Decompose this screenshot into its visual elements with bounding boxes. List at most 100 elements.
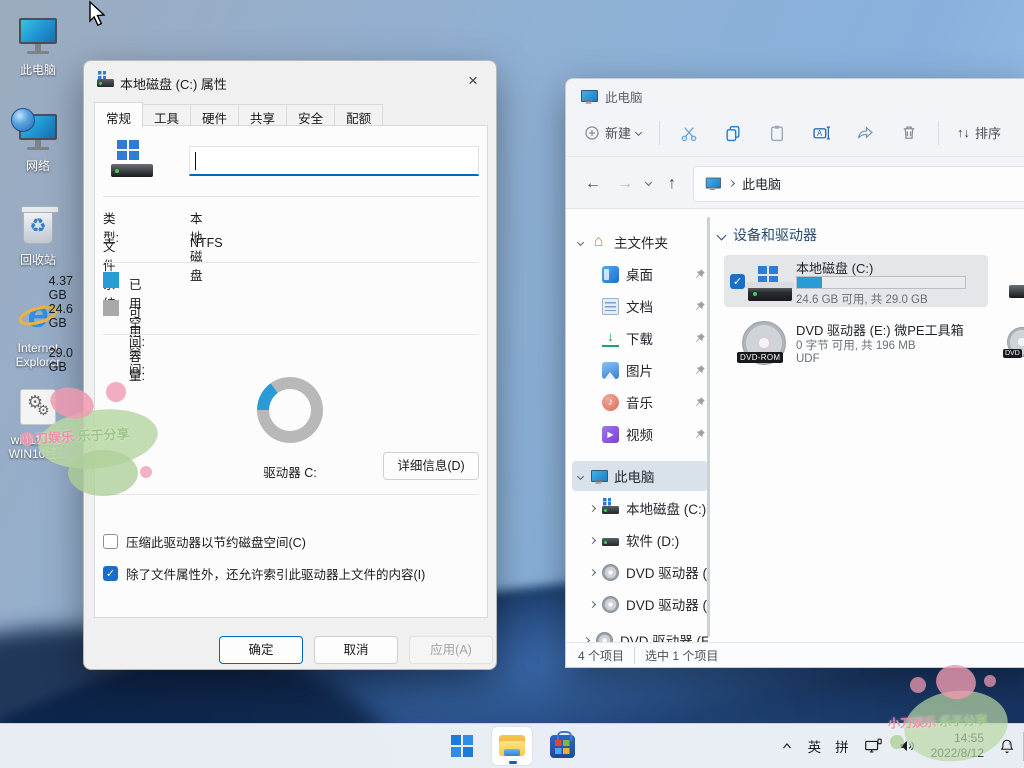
- desktop-icon-label: 网络: [2, 159, 74, 173]
- capacity-size: 29.0 GB: [49, 346, 73, 374]
- paste-button[interactable]: [758, 117, 796, 149]
- collapsed-chevron-icon[interactable]: [589, 600, 596, 607]
- selection-checkbox[interactable]: ✓: [730, 274, 745, 289]
- index-content-checkbox[interactable]: ✓ 除了文件属性外，还允许索引此驱动器上文件的内容(I): [103, 564, 425, 583]
- apply-button[interactable]: 应用(A): [409, 636, 493, 664]
- desktop-icon-win11-restore[interactable]: ⚙⚙ win11恢复 WIN10经...: [2, 386, 74, 461]
- tab-sharing[interactable]: 共享: [239, 104, 287, 126]
- start-button[interactable]: [442, 727, 482, 765]
- sidebar-item-desktop[interactable]: 桌面: [572, 259, 708, 289]
- recent-locations-chevron[interactable]: [645, 178, 652, 185]
- microsoft-store-button[interactable]: [542, 727, 582, 765]
- address-bar[interactable]: 此电脑: [693, 166, 1024, 202]
- share-button[interactable]: [846, 117, 884, 149]
- sidebar-item-dvd-e[interactable]: DVD 驱动器 (E: [572, 557, 708, 587]
- group-header-label: 设备和驱动器: [733, 225, 817, 245]
- sidebar-item-label: 软件 (D:): [626, 530, 708, 550]
- used-space-legend-swatch: [103, 272, 119, 288]
- file-explorer-taskbar-button[interactable]: [492, 727, 532, 765]
- desktop-icon-this-pc[interactable]: 此电脑: [2, 16, 74, 77]
- sidebar-item-label: DVD 驱动器 (E: [626, 562, 708, 582]
- tab-tools[interactable]: 工具: [143, 104, 191, 126]
- group-collapse-chevron-icon[interactable]: [717, 230, 727, 240]
- tab-general[interactable]: 常规: [94, 102, 143, 127]
- expanded-chevron-icon[interactable]: [577, 238, 584, 245]
- sidebar-item-documents[interactable]: 文档: [572, 291, 708, 321]
- checkbox[interactable]: [103, 534, 118, 549]
- sidebar-item-music[interactable]: ♪ 音乐: [572, 387, 708, 417]
- ime-mode-indicator[interactable]: 拼: [835, 736, 849, 756]
- pin-icon: [694, 300, 706, 312]
- desktop-icon-network[interactable]: 网络: [2, 112, 74, 173]
- sort-button[interactable]: ↑↓ 排序: [949, 117, 1009, 148]
- volume-icon[interactable]: [897, 736, 917, 756]
- sort-button-label: 排序: [975, 123, 1001, 142]
- explorer-titlebar[interactable]: 此电脑: [580, 87, 643, 105]
- group-header-devices[interactable]: 设备和驱动器: [718, 225, 817, 245]
- capacity-bar: [796, 276, 966, 289]
- clock-date: 2022/8/12: [931, 746, 984, 761]
- sidebar-item-disk-d[interactable]: 软件 (D:): [572, 525, 708, 555]
- taskbar: 英 拼 14:55 2022/8/12 z: [0, 723, 1024, 768]
- this-pc-icon: [15, 16, 61, 60]
- clock[interactable]: 14:55 2022/8/12: [931, 731, 984, 761]
- sidebar-item-dvd-f[interactable]: DVD 驱动器 (F: [572, 589, 708, 619]
- ime-language-indicator[interactable]: 英: [808, 736, 822, 756]
- network-icon[interactable]: [863, 736, 883, 756]
- cut-button[interactable]: [670, 117, 708, 149]
- mouse-cursor: [86, 0, 108, 30]
- notification-bell-icon[interactable]: z: [998, 737, 1016, 755]
- network-icon: [15, 112, 61, 156]
- collapsed-chevron-icon[interactable]: [589, 504, 596, 511]
- disk-icon: [602, 532, 619, 549]
- explorer-navbar: ← → ↑ 此电脑: [566, 158, 1024, 209]
- sidebar-item-videos[interactable]: ▶ 视频: [572, 419, 708, 449]
- delete-button[interactable]: [890, 117, 928, 149]
- downloads-icon: ↓: [602, 330, 619, 347]
- drive-item-partial[interactable]: [1009, 271, 1024, 301]
- tab-security[interactable]: 安全: [287, 104, 335, 126]
- dvd-icon: [596, 632, 613, 643]
- checkbox[interactable]: ✓: [103, 566, 118, 581]
- used-space-size: 4.37 GB: [49, 274, 73, 302]
- copy-button[interactable]: [714, 117, 752, 149]
- collapsed-chevron-icon[interactable]: [589, 536, 596, 543]
- separator: [103, 196, 479, 197]
- drive-item-dvd-e[interactable]: DVD 驱动器 (E:) 微PE工具箱 0 字节 可用, 共 196 MB UD…: [724, 317, 988, 375]
- back-button[interactable]: ←: [582, 175, 604, 193]
- forward-button[interactable]: →: [614, 175, 636, 193]
- sidebar-item-pictures[interactable]: 图片: [572, 355, 708, 385]
- properties-dialog: 本地磁盘 (C:) 属性 × 常规 工具 硬件 共享 安全 配额 类型: 本地磁…: [83, 60, 497, 670]
- volume-name-field[interactable]: [189, 146, 479, 176]
- tab-quota[interactable]: 配额: [335, 104, 383, 126]
- breadcrumb[interactable]: 此电脑: [742, 174, 781, 193]
- sidebar-item-home[interactable]: ⌂ 主文件夹: [572, 227, 708, 257]
- cancel-button[interactable]: 取消: [314, 636, 398, 664]
- sidebar-item-dvd-partial[interactable]: DVD 驱动器 (E:): [572, 625, 708, 642]
- desktop-icon-recycle-bin[interactable]: ♻ 回收站: [2, 206, 74, 267]
- sidebar-item-this-pc[interactable]: 此电脑: [572, 461, 708, 491]
- tab-hardware[interactable]: 硬件: [191, 104, 239, 126]
- close-button[interactable]: ×: [456, 66, 490, 96]
- details-button[interactable]: 详细信息(D): [383, 452, 479, 480]
- dialog-titlebar[interactable]: 本地磁盘 (C:) 属性 ×: [84, 61, 496, 101]
- drive-filesystem: UDF: [796, 353, 820, 365]
- sidebar-scrollbar[interactable]: [707, 217, 710, 637]
- hidden-icons-chevron[interactable]: [780, 739, 794, 753]
- expanded-chevron-icon[interactable]: [577, 472, 584, 479]
- free-space-size: 24.6 GB: [49, 302, 73, 330]
- up-button[interactable]: ↑: [661, 175, 683, 193]
- compress-drive-checkbox[interactable]: 压缩此驱动器以节约磁盘空间(C): [103, 532, 306, 551]
- new-button[interactable]: 新建: [576, 117, 649, 148]
- ok-button[interactable]: 确定: [219, 636, 303, 664]
- toolbar-separator: [659, 121, 660, 145]
- collapsed-chevron-icon[interactable]: [589, 568, 596, 575]
- drive-item-partial[interactable]: DVD: [1007, 327, 1024, 361]
- drive-name: 本地磁盘 (C:): [796, 258, 873, 277]
- sidebar-item-local-disk-c[interactable]: 本地磁盘 (C:): [572, 493, 708, 523]
- plus-circle-icon: [584, 125, 600, 141]
- rename-button[interactable]: A: [802, 117, 840, 149]
- drive-item-local-disk-c[interactable]: ✓ 本地磁盘 (C:) 24.6 GB 可用, 共 29.0 GB: [724, 255, 988, 307]
- this-pc-icon: [580, 88, 597, 105]
- sidebar-item-downloads[interactable]: ↓ 下载: [572, 323, 708, 353]
